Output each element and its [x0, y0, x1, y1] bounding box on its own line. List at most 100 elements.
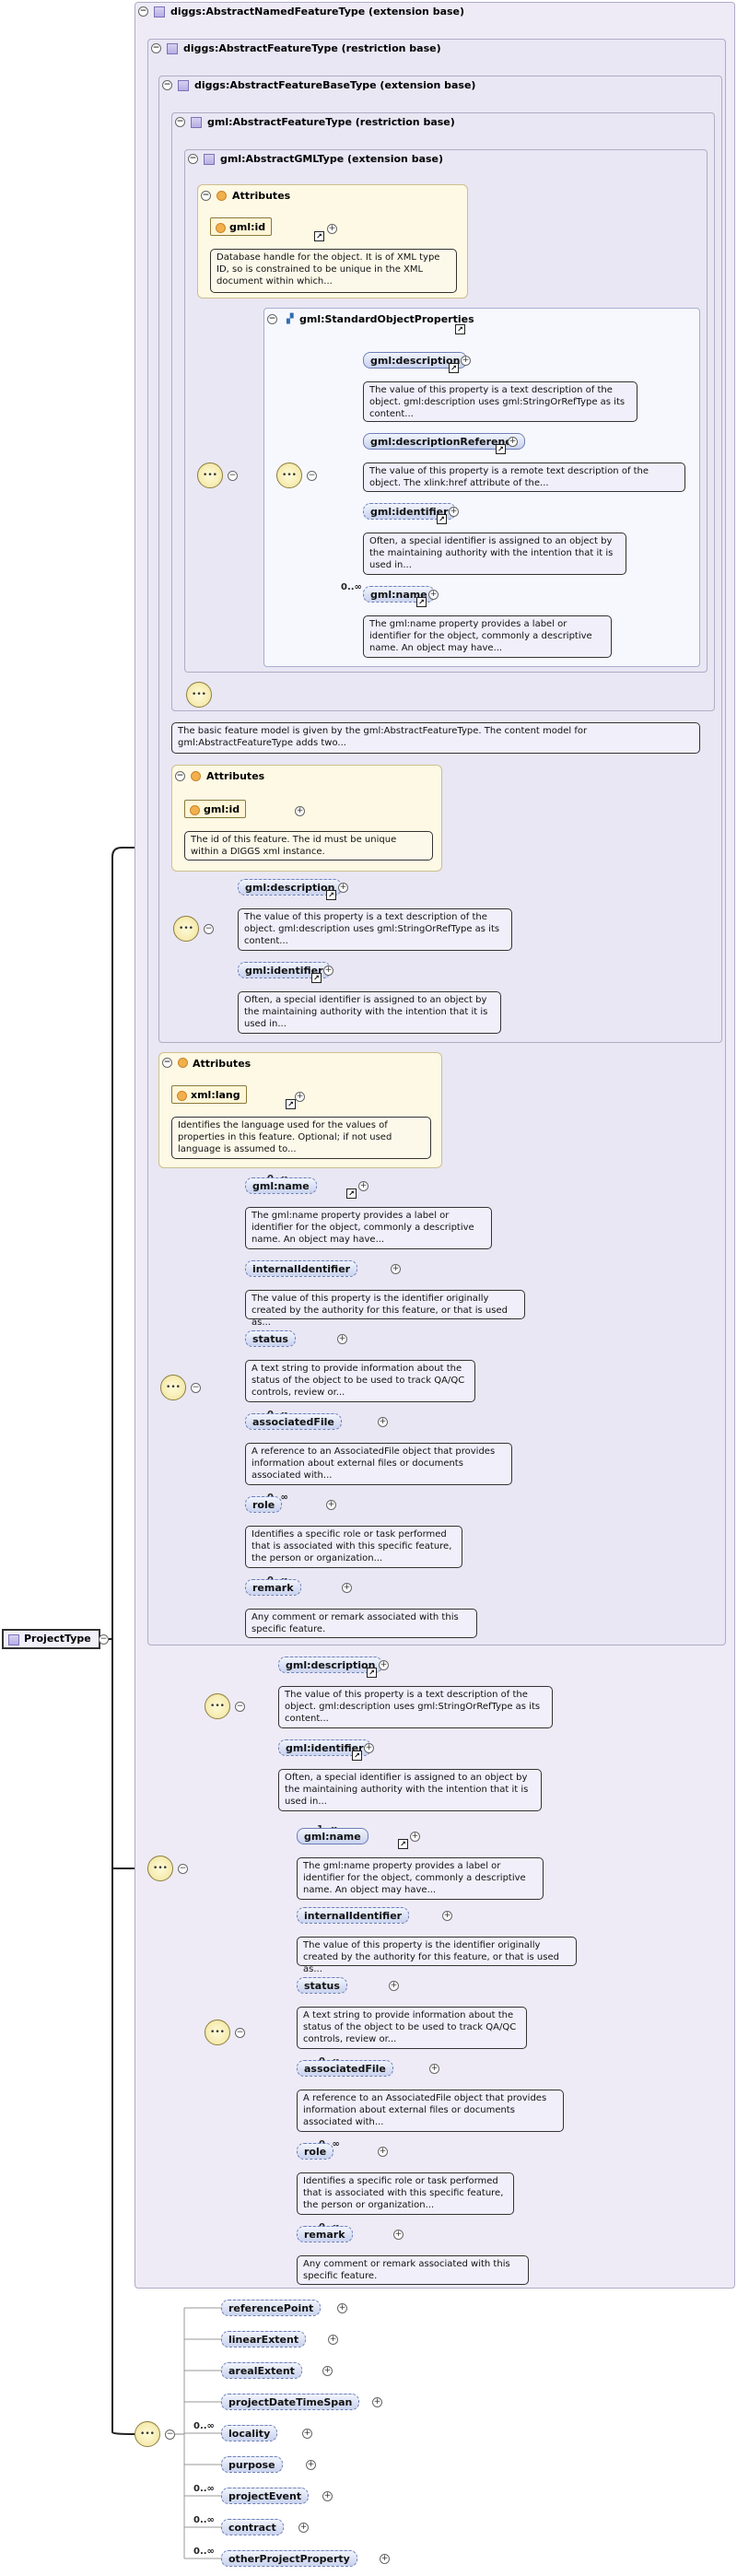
- collapse-icon[interactable]: −: [151, 43, 161, 53]
- expand-icon[interactable]: +: [302, 2429, 312, 2439]
- expand-icon[interactable]: +: [508, 437, 518, 447]
- collapse-icon[interactable]: −: [204, 924, 214, 934]
- element-other-project-property[interactable]: otherProjectProperty: [221, 2550, 357, 2567]
- element-nf-role[interactable]: role: [245, 1496, 283, 1513]
- element-r-remark[interactable]: remark: [297, 2226, 353, 2242]
- attributes-header[interactable]: −: [162, 1058, 193, 1068]
- collapse-icon[interactable]: −: [162, 1058, 172, 1068]
- collapse-icon[interactable]: −: [235, 2028, 245, 2038]
- attribute-gml-id[interactable]: gml:id: [184, 800, 247, 818]
- element-project-date-time-span[interactable]: projectDateTimeSpan: [221, 2394, 360, 2410]
- attributes-header[interactable]: − Attributes: [201, 190, 290, 202]
- element-nf-name[interactable]: gml:name: [245, 1177, 317, 1194]
- expand-icon[interactable]: +: [393, 2230, 404, 2240]
- collapse-icon[interactable]: −: [162, 80, 172, 90]
- expand-icon[interactable]: +: [364, 1743, 374, 1753]
- doc-std-description-reference: The value of this property is a remote t…: [363, 463, 685, 492]
- expand-icon[interactable]: +: [428, 590, 439, 600]
- expand-icon[interactable]: +: [298, 2523, 309, 2533]
- expand-icon[interactable]: +: [380, 2554, 390, 2564]
- element-nf-internal-identifier[interactable]: internalIdentifier: [245, 1260, 358, 1277]
- expand-icon[interactable]: +: [322, 2366, 333, 2376]
- collapse-icon[interactable]: −: [235, 1702, 245, 1712]
- element-r-status[interactable]: status: [297, 1977, 347, 1994]
- sequence-compositor-icon[interactable]: •••: [147, 1856, 173, 1881]
- expand-icon[interactable]: +: [429, 2064, 439, 2074]
- expand-icon[interactable]: +: [461, 356, 471, 366]
- expand-icon[interactable]: +: [322, 2491, 333, 2501]
- doc-nf-remark: Any comment or remark associated with th…: [245, 1609, 477, 1638]
- root-element-project-type[interactable]: ProjectType: [2, 1629, 100, 1649]
- collapse-icon[interactable]: −: [191, 1383, 201, 1393]
- collapse-icon[interactable]: −: [178, 1864, 188, 1874]
- expand-icon[interactable]: +: [358, 1181, 368, 1191]
- doc-nf-status: A text string to provide information abo…: [245, 1360, 475, 1402]
- element-nf-remark[interactable]: remark: [245, 1579, 301, 1596]
- element-project-event[interactable]: projectEvent: [221, 2488, 310, 2504]
- sequence-compositor-icon[interactable]: •••: [205, 1693, 230, 1719]
- sequence-compositor-icon[interactable]: •••: [160, 1375, 186, 1400]
- element-r-role[interactable]: role: [297, 2143, 334, 2160]
- expand-icon[interactable]: +: [306, 2460, 316, 2470]
- sequence-compositor-icon[interactable]: •••: [186, 682, 212, 708]
- expand-icon[interactable]: +: [338, 883, 348, 893]
- expand-icon[interactable]: +: [337, 1334, 347, 1344]
- header-gml-abstract-gml-type[interactable]: − gml:AbstractGMLType (extension base): [188, 153, 443, 165]
- expand-icon[interactable]: +: [378, 1417, 388, 1427]
- expand-icon[interactable]: +: [449, 507, 459, 517]
- expand-icon[interactable]: +: [342, 1583, 352, 1593]
- expand-icon[interactable]: +: [295, 806, 305, 816]
- collapse-icon[interactable]: −: [175, 771, 185, 781]
- expand-icon[interactable]: +: [378, 2147, 388, 2157]
- attribute-icon: [191, 771, 201, 781]
- collapse-icon[interactable]: −: [307, 471, 317, 481]
- element-purpose[interactable]: purpose: [221, 2456, 283, 2473]
- collapse-icon[interactable]: −: [99, 1634, 109, 1645]
- expand-icon[interactable]: +: [328, 2335, 338, 2345]
- sequence-compositor-icon[interactable]: •••: [197, 463, 223, 488]
- sequence-compositor-icon[interactable]: •••: [135, 2421, 160, 2447]
- collapse-icon[interactable]: −: [267, 314, 277, 324]
- expand-icon[interactable]: +: [410, 1832, 420, 1842]
- expand-icon[interactable]: +: [295, 1092, 305, 1102]
- element-areal-extent[interactable]: arealExtent: [221, 2362, 302, 2379]
- header-abstract-feature-type[interactable]: − diggs:AbstractFeatureType (restriction…: [151, 42, 441, 54]
- expand-icon[interactable]: +: [327, 224, 337, 234]
- element-reference-point[interactable]: referencePoint: [221, 2300, 322, 2316]
- collapse-icon[interactable]: −: [175, 117, 185, 127]
- expand-icon[interactable]: +: [372, 2397, 382, 2407]
- attributes-header[interactable]: − Attributes: [175, 770, 264, 782]
- expand-icon[interactable]: +: [391, 1264, 401, 1274]
- expand-icon[interactable]: +: [326, 1500, 336, 1510]
- sequence-compositor-icon[interactable]: •••: [276, 463, 302, 488]
- expand-icon[interactable]: +: [337, 2303, 347, 2313]
- header-abstract-feature-base-type[interactable]: − diggs:AbstractFeatureBaseType (extensi…: [162, 79, 475, 91]
- element-linear-extent[interactable]: linearExtent: [221, 2331, 307, 2348]
- element-r-name[interactable]: gml:name: [297, 1828, 368, 1844]
- collapse-icon[interactable]: −: [228, 471, 238, 481]
- attribute-gml-id[interactable]: gml:id: [210, 217, 273, 236]
- collapse-icon[interactable]: −: [138, 6, 148, 17]
- expand-icon[interactable]: +: [442, 1911, 452, 1921]
- doc-nf-name: The gml:name property provides a label o…: [245, 1207, 492, 1249]
- element-locality[interactable]: locality: [221, 2425, 278, 2441]
- element-contract[interactable]: contract: [221, 2519, 284, 2535]
- attribute-icon: [216, 191, 227, 201]
- sequence-compositor-icon[interactable]: •••: [205, 2020, 230, 2045]
- collapse-icon[interactable]: −: [188, 154, 198, 164]
- attribute-xml-lang[interactable]: xml:lang: [171, 1085, 247, 1104]
- element-r-associated-file[interactable]: associatedFile: [297, 2060, 393, 2077]
- expand-icon[interactable]: +: [389, 1981, 399, 1991]
- element-nf-status[interactable]: status: [245, 1330, 296, 1347]
- expand-icon[interactable]: +: [323, 966, 333, 976]
- header-gml-abstract-feature-type[interactable]: − gml:AbstractFeatureType (restriction b…: [175, 116, 455, 128]
- expand-icon[interactable]: +: [379, 1660, 389, 1670]
- header-abstract-named-feature-type[interactable]: − diggs:AbstractNamedFeatureType (extens…: [138, 6, 464, 18]
- collapse-icon[interactable]: −: [201, 191, 211, 201]
- collapse-icon[interactable]: −: [165, 2430, 175, 2440]
- element-nf-associated-file[interactable]: associatedFile: [245, 1413, 342, 1430]
- doc-fb-description: The value of this property is a text des…: [238, 908, 512, 951]
- element-r-internal-identifier[interactable]: internalIdentifier: [297, 1907, 410, 1924]
- header-standard-object-properties[interactable]: − ▗▘ gml:StandardObjectProperties: [267, 313, 474, 325]
- sequence-compositor-icon[interactable]: •••: [173, 916, 199, 942]
